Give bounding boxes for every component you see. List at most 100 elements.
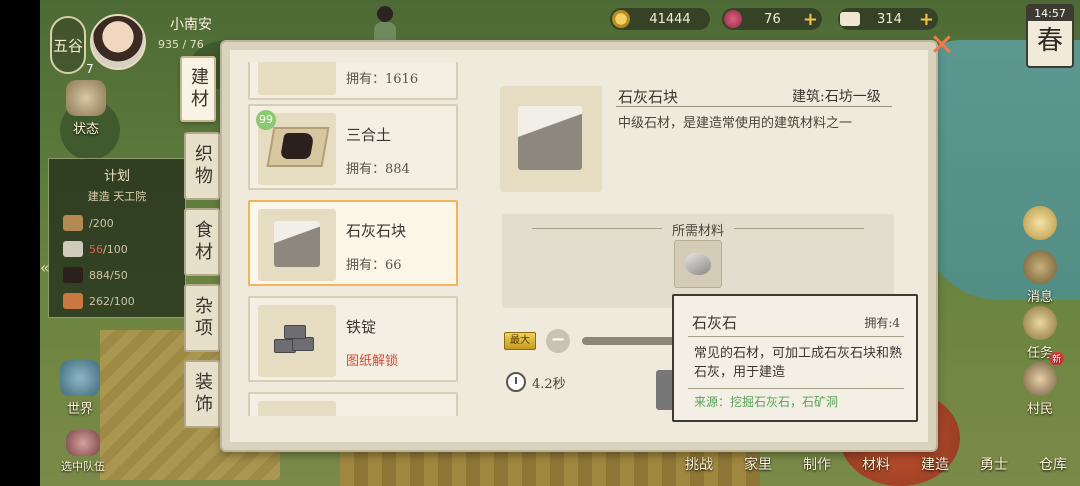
plan-row: 884/50 xyxy=(63,265,183,285)
wood-icon xyxy=(63,215,83,231)
required-material-slot[interactable] xyxy=(674,240,722,288)
collapse-arrow-icon[interactable]: « xyxy=(40,258,50,277)
player-level: 7 xyxy=(86,62,94,76)
task-button[interactable]: 任务 新 xyxy=(1016,306,1064,365)
player-name: 小南安 xyxy=(170,17,212,33)
clock-icon xyxy=(506,372,526,392)
list-item-selected[interactable]: 石灰石块 拥有：66 xyxy=(248,200,458,286)
plan-row: 56 /100 xyxy=(63,239,183,259)
craft-time-value: 4.2秒 xyxy=(532,376,566,392)
divider xyxy=(734,228,864,229)
bottom-menu-warrior[interactable]: 勇士 xyxy=(971,422,1017,486)
quantity-slider-row: 最大 − xyxy=(502,326,682,356)
villager-character-icon[interactable] xyxy=(370,6,400,46)
tooltip-source: 来源：挖掘石灰石，石矿洞 xyxy=(694,395,839,409)
list-item[interactable]: 拥有：1616 xyxy=(248,62,458,100)
detail-description: 中级石材，是建造常使用的建筑材料之一 xyxy=(618,116,853,131)
minus-button[interactable]: − xyxy=(546,329,570,353)
item-owned: 拥有：66 xyxy=(346,258,402,273)
item-thumbnail xyxy=(258,401,336,416)
tab-misc[interactable]: 杂项 xyxy=(184,284,220,352)
message-button[interactable]: 消息 xyxy=(1016,250,1064,305)
material-tooltip: 石灰石 拥有:4 常见的石材，可加工成石灰石块和熟石灰，用于建造 来源：挖掘石灰… xyxy=(672,294,918,422)
ticket-icon xyxy=(840,12,860,26)
item-name: 铁锭 xyxy=(346,318,377,336)
team-icon xyxy=(66,430,100,456)
divider xyxy=(616,106,892,107)
villager-button[interactable]: 村民 xyxy=(1016,362,1064,417)
status-icon xyxy=(66,80,106,116)
season-label: 春 xyxy=(1036,26,1063,56)
time-season-display[interactable]: 14:57 春 xyxy=(1026,4,1074,68)
tab-fabrics[interactable]: 织物 xyxy=(184,132,220,200)
plan-row-value: 262/100 xyxy=(89,294,135,308)
plan-row-value: /100 xyxy=(103,242,128,256)
tooltip-description: 常见的石材，可加工成石灰石块和熟石灰，用于建造 xyxy=(694,346,903,380)
season-badge[interactable]: 五谷 xyxy=(50,16,86,74)
flower-icon xyxy=(1023,206,1057,240)
material-list[interactable]: 拥有：1616 99 三合土 拥有：884 石灰石块 拥有：66 铁锭 图纸解锁 xyxy=(244,62,464,416)
craft-time: 4.2秒 xyxy=(506,370,566,394)
plan-title: 计划 xyxy=(103,169,130,184)
list-item[interactable]: 99 三合土 拥有：884 xyxy=(248,104,458,190)
item-owned: 拥有：884 xyxy=(346,162,410,177)
quantity-slider[interactable] xyxy=(582,337,682,345)
divider xyxy=(688,388,904,389)
limestone-block-icon xyxy=(518,106,582,170)
detail-building-requirement: 建筑:石坊一级 xyxy=(792,89,881,105)
item-name: 石灰石块 xyxy=(346,222,407,240)
add-ticket-button[interactable]: + xyxy=(919,9,934,30)
item-lock-status: 图纸解锁 xyxy=(346,354,399,369)
item-name: 三合土 xyxy=(346,126,392,144)
team-select-button[interactable]: 选中队伍 xyxy=(48,430,118,474)
iron-ingot-icon xyxy=(270,323,324,359)
mortar-icon xyxy=(63,267,83,283)
limestone-icon xyxy=(685,253,711,275)
status-button[interactable]: 状态 xyxy=(60,80,112,137)
stone-block-icon xyxy=(63,241,83,257)
world-button[interactable]: 世界 xyxy=(54,360,106,417)
tooltip-owned: 拥有:4 xyxy=(864,316,900,330)
build-plan-panel[interactable]: 计划 建造 天工院 /200 56 /100 884/50 262/100 xyxy=(48,158,186,318)
message-label: 消息 xyxy=(1026,290,1053,305)
plan-row: 262/100 xyxy=(63,291,183,311)
message-icon xyxy=(1023,250,1057,284)
coin-counter[interactable]: 41444 xyxy=(610,8,710,30)
game-screen: 五谷 7 小南安 935 / 76 41444 76 + 314 + 14:57… xyxy=(0,0,1080,486)
coin-icon xyxy=(612,10,630,28)
plan-row-value: 884/50 xyxy=(89,268,128,282)
add-gem-button[interactable]: + xyxy=(803,9,818,30)
detail-item-name: 石灰石块 xyxy=(618,88,679,106)
player-stat: 935 / 76 xyxy=(158,38,204,51)
list-item[interactable]: 铁锭 图纸解锁 xyxy=(248,296,458,382)
gem-counter[interactable]: 76 + xyxy=(722,8,822,30)
divider xyxy=(688,336,904,337)
tab-decoration[interactable]: 装饰 xyxy=(184,360,220,428)
gem-value: 76 xyxy=(764,11,781,27)
list-item[interactable] xyxy=(248,392,458,416)
plan-row-value: /200 xyxy=(89,216,114,230)
mortar-icon xyxy=(266,127,330,167)
coin-value: 41444 xyxy=(649,11,691,27)
max-button[interactable]: 最大 xyxy=(504,332,536,350)
tooltip-name: 石灰石 xyxy=(692,314,738,332)
tab-ingredients[interactable]: 食材 xyxy=(184,208,220,276)
game-time: 14:57 xyxy=(1028,6,1072,21)
item-thumbnail xyxy=(258,209,336,281)
required-materials-title: 所需材料 xyxy=(671,224,724,239)
ticket-counter[interactable]: 314 + xyxy=(838,8,938,30)
close-icon[interactable]: ✕ xyxy=(928,31,956,61)
tab-building-materials[interactable]: 建材 xyxy=(180,56,216,122)
plan-row-red-value: 56 xyxy=(89,242,103,256)
world-label: 世界 xyxy=(66,402,93,417)
villager-label: 村民 xyxy=(1026,402,1053,417)
plan-row: /200 xyxy=(63,213,183,233)
flower-button[interactable] xyxy=(1016,206,1064,242)
avatar[interactable] xyxy=(90,14,146,70)
villager-icon xyxy=(1023,362,1057,396)
item-thumbnail xyxy=(258,62,336,95)
count-badge: 99 xyxy=(256,110,276,130)
status-label: 状态 xyxy=(72,122,99,137)
team-label: 选中队伍 xyxy=(61,460,105,473)
bottom-menu-warehouse[interactable]: 仓库 xyxy=(1030,422,1076,486)
